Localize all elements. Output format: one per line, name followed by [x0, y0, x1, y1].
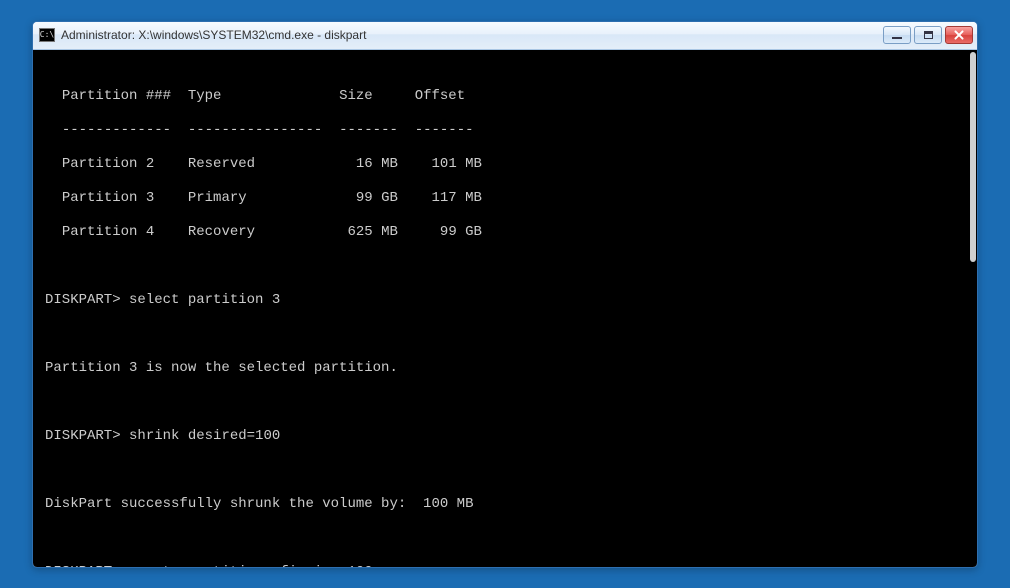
- close-button[interactable]: [945, 26, 973, 44]
- minimize-button[interactable]: [883, 26, 911, 44]
- table-header: Partition ### Type Size Offset: [45, 88, 977, 105]
- window-controls: [883, 26, 973, 44]
- cmd-window: C:\ Administrator: X:\windows\SYSTEM32\c…: [32, 21, 978, 568]
- output-line: DiskPart successfully shrunk the volume …: [45, 496, 977, 513]
- prompt-line: DISKPART> select partition 3: [45, 292, 977, 309]
- scrollbar-thumb[interactable]: [970, 52, 976, 262]
- cmd-icon: C:\: [39, 28, 55, 42]
- titlebar[interactable]: C:\ Administrator: X:\windows\SYSTEM32\c…: [33, 22, 977, 50]
- table-row: Partition 2 Reserved 16 MB 101 MB: [45, 156, 977, 173]
- window-title: Administrator: X:\windows\SYSTEM32\cmd.e…: [61, 28, 877, 42]
- console-output[interactable]: Partition ### Type Size Offset ---------…: [33, 50, 977, 567]
- output-line: Partition 3 is now the selected partitio…: [45, 360, 977, 377]
- table-sep: ------------- ---------------- ------- -…: [45, 122, 977, 139]
- table-row: Partition 4 Recovery 625 MB 99 GB: [45, 224, 977, 241]
- maximize-button[interactable]: [914, 26, 942, 44]
- prompt-line: DISKPART> create partition efi size=100: [45, 564, 977, 567]
- prompt-line: DISKPART> shrink desired=100: [45, 428, 977, 445]
- table-row: Partition 3 Primary 99 GB 117 MB: [45, 190, 977, 207]
